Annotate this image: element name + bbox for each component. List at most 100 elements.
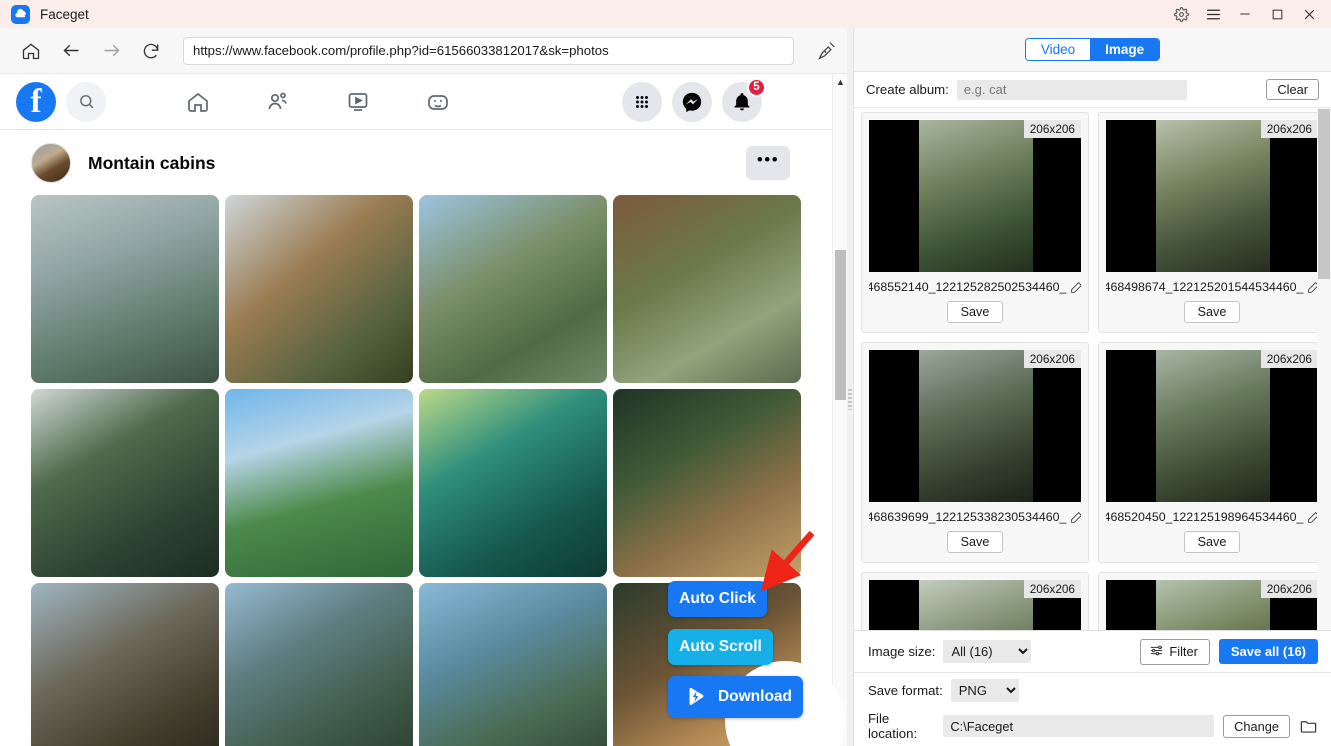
avatar[interactable]: [31, 143, 71, 183]
card-thumbnail[interactable]: 206x206: [869, 120, 1081, 272]
photo-thumbnail[interactable]: [419, 389, 607, 577]
card-filename-row: 468552140_122125282502534460_: [869, 280, 1081, 294]
faceget-panel: Video Image Create album: Clear 206x206 4…: [853, 28, 1331, 746]
file-location-row: File location: Change: [854, 707, 1331, 745]
photo-thumbnail[interactable]: [31, 583, 219, 746]
minimize-icon[interactable]: [1229, 0, 1261, 28]
cloud-icon: [11, 4, 30, 24]
photo-thumbnail[interactable]: [225, 195, 413, 383]
image-size-row: Image size: All (16) Filter Save all (16…: [854, 631, 1331, 673]
maximize-icon[interactable]: [1261, 0, 1293, 28]
pencil-icon[interactable]: [1070, 281, 1081, 294]
photo-image: [613, 389, 801, 577]
photo-image: [225, 195, 413, 383]
nav-home-icon[interactable]: [172, 80, 224, 124]
card-image: [1156, 120, 1270, 272]
grid-icon[interactable]: [622, 81, 662, 122]
card-thumbnail[interactable]: 206x206: [869, 350, 1081, 502]
save-format-row: Save format: PNG: [854, 673, 1331, 707]
save-all-button[interactable]: Save all (16): [1218, 639, 1318, 664]
auto-click-button[interactable]: Auto Click: [668, 581, 767, 617]
clear-button[interactable]: Clear: [1266, 79, 1319, 100]
nav-friends-icon[interactable]: [252, 80, 304, 124]
search-icon[interactable]: [66, 81, 106, 122]
photo-image: [31, 583, 219, 746]
tab-video[interactable]: Video: [1025, 39, 1091, 60]
app-title: Faceget: [40, 6, 89, 22]
mode-toggle-row: Video Image: [854, 28, 1331, 72]
tab-image[interactable]: Image: [1090, 39, 1160, 60]
image-card: 206x206 468520450_122125198964534460_ Save: [1098, 342, 1326, 563]
image-size-select[interactable]: All (16): [943, 640, 1032, 663]
card-filename: 468639699_122125338230534460_: [869, 510, 1067, 524]
close-icon[interactable]: [1293, 0, 1325, 28]
panel-scrollbar[interactable]: [1317, 108, 1331, 658]
download-button[interactable]: Download: [668, 676, 803, 718]
size-badge: 206x206: [1023, 120, 1081, 138]
photo-thumbnail[interactable]: [31, 195, 219, 383]
bottom-controls: Image size: All (16) Filter Save all (16…: [854, 630, 1331, 746]
photo-image: [419, 195, 607, 383]
card-image: [919, 350, 1033, 502]
size-badge: 206x206: [1023, 350, 1081, 368]
photo-thumbnail[interactable]: [225, 583, 413, 746]
image-size-label: Image size:: [868, 644, 936, 659]
nav-video-icon[interactable]: [332, 80, 384, 124]
card-filename-row: 468520450_122125198964534460_: [1106, 510, 1318, 524]
panel-scrollbar-thumb[interactable]: [1318, 109, 1330, 279]
image-card: 206x206 468552140_122125282502534460_ Save: [861, 112, 1089, 333]
save-format-select[interactable]: PNG: [950, 678, 1019, 702]
nav-gaming-icon[interactable]: [412, 80, 464, 124]
save-button[interactable]: Save: [946, 301, 1004, 323]
facebook-logo[interactable]: f: [16, 81, 56, 122]
facebook-actions: 5: [622, 77, 766, 122]
card-filename-row: 468639699_122125338230534460_: [869, 510, 1081, 524]
card-thumbnail[interactable]: 206x206: [1106, 350, 1318, 502]
file-location-label: File location:: [868, 711, 918, 741]
change-location-button[interactable]: Change: [1223, 714, 1290, 738]
scroll-up-arrow-icon[interactable]: ▲: [833, 74, 847, 90]
more-options-button[interactable]: •••: [746, 146, 790, 180]
bell-icon[interactable]: 5: [722, 77, 766, 122]
reload-icon[interactable]: [133, 33, 169, 69]
pencil-icon[interactable]: [1070, 511, 1081, 524]
messenger-icon[interactable]: [672, 81, 712, 122]
forward-arrow-icon[interactable]: [93, 33, 129, 69]
folder-icon[interactable]: [1299, 717, 1318, 736]
photo-thumbnail[interactable]: [613, 195, 801, 383]
file-location-input[interactable]: [943, 715, 1215, 737]
broom-icon[interactable]: [806, 40, 846, 61]
size-badge: 206x206: [1260, 580, 1318, 598]
hamburger-menu-icon[interactable]: [1197, 0, 1229, 28]
photo-thumbnail[interactable]: [419, 195, 607, 383]
photo-image: [31, 389, 219, 577]
filter-button[interactable]: Filter: [1140, 638, 1210, 665]
splitter-grip[interactable]: [848, 388, 852, 410]
photo-thumbnail[interactable]: [613, 389, 801, 577]
photo-thumbnail[interactable]: [225, 389, 413, 577]
photo-thumbnail[interactable]: [419, 583, 607, 746]
url-bar[interactable]: https://www.facebook.com/profile.php?id=…: [183, 36, 794, 65]
home-icon[interactable]: [13, 33, 49, 69]
photo-thumbnail[interactable]: [31, 389, 219, 577]
web-pane-scrollbar[interactable]: ▲ ▼: [832, 74, 847, 746]
create-album-input[interactable]: [956, 79, 1187, 100]
card-thumbnail[interactable]: 206x206: [1106, 120, 1318, 272]
save-button[interactable]: Save: [1183, 531, 1241, 553]
save-button[interactable]: Save: [946, 531, 1004, 553]
gear-icon[interactable]: [1165, 0, 1197, 28]
auto-scroll-button[interactable]: Auto Scroll: [668, 629, 773, 665]
back-arrow-icon[interactable]: [53, 33, 89, 69]
size-badge: 206x206: [1260, 350, 1318, 368]
photo-image: [31, 195, 219, 383]
scrollbar-thumb[interactable]: [835, 250, 846, 400]
card-image: [919, 120, 1033, 272]
size-badge: 206x206: [1260, 120, 1318, 138]
filter-label: Filter: [1169, 644, 1198, 659]
url-text: https://www.facebook.com/profile.php?id=…: [193, 43, 609, 58]
save-button[interactable]: Save: [1183, 301, 1241, 323]
title-bar: Faceget: [0, 0, 1331, 28]
card-filename-row: 468498674_122125201544534460_: [1106, 280, 1318, 294]
profile-bar: Montain cabins •••: [0, 131, 832, 195]
card-filename: 468498674_122125201544534460_: [1106, 280, 1304, 294]
